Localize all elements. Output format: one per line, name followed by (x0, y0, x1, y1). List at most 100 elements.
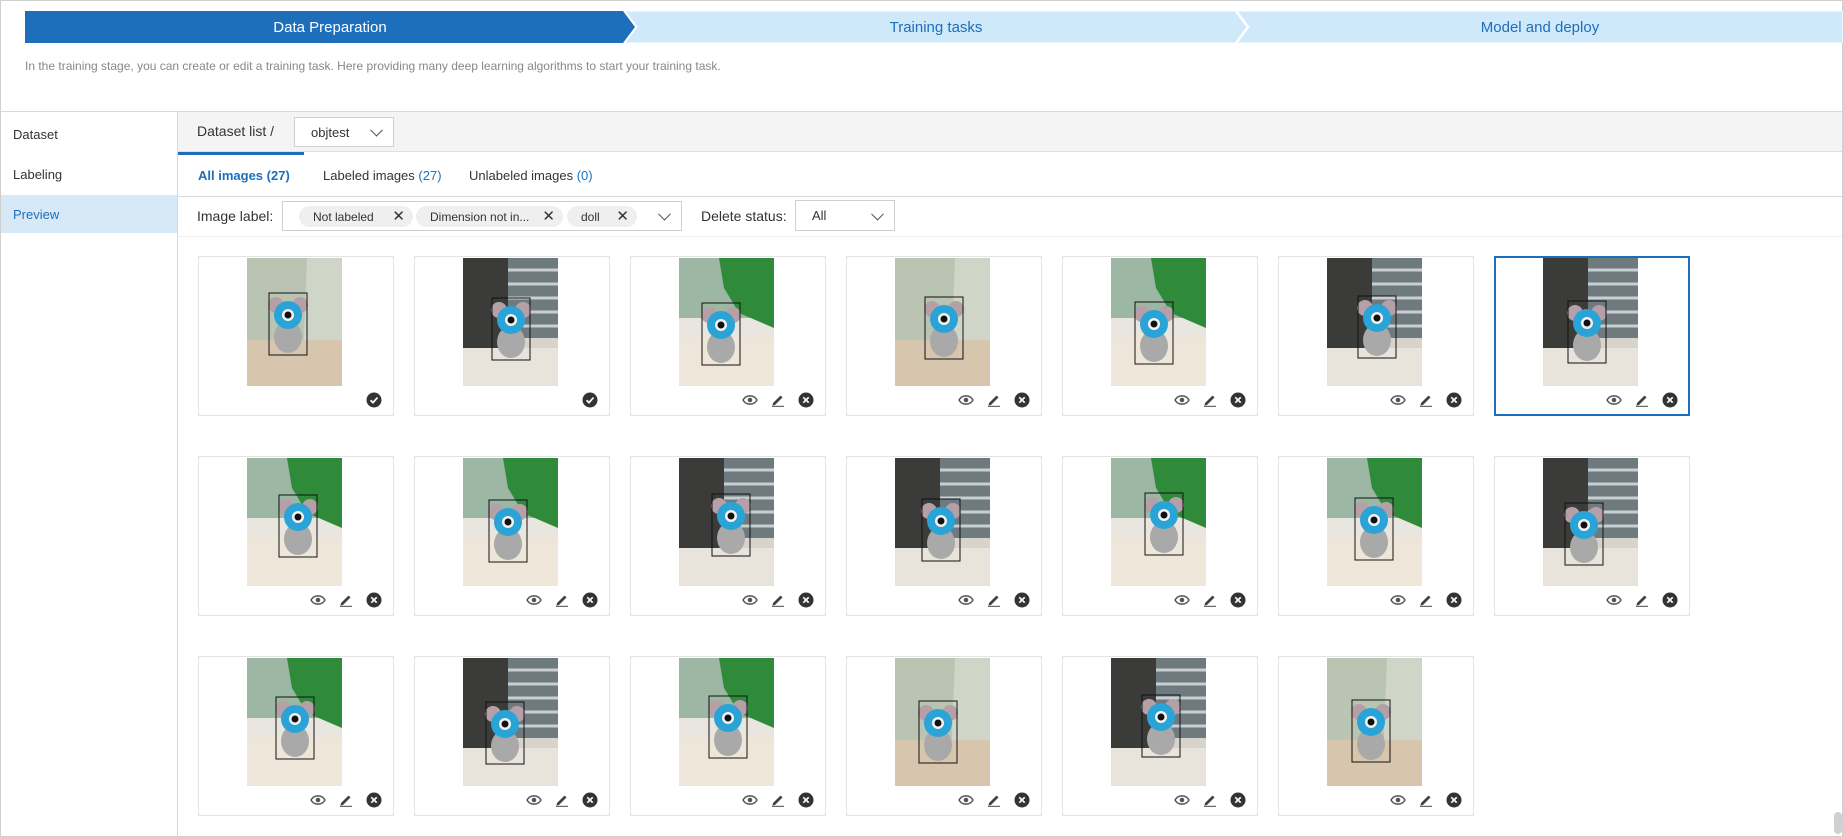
image-card[interactable] (846, 656, 1042, 816)
image-thumbnail[interactable] (1543, 458, 1638, 586)
image-card[interactable] (846, 456, 1042, 616)
image-card[interactable] (1062, 656, 1258, 816)
image-card[interactable] (1062, 456, 1258, 616)
step-data-preparation[interactable]: Data Preparation (25, 11, 635, 43)
sidebar-item-preview[interactable]: Preview (1, 195, 177, 233)
eye-icon[interactable] (309, 791, 327, 809)
close-circle-icon[interactable] (1445, 791, 1463, 809)
close-circle-icon[interactable] (1013, 391, 1031, 409)
image-thumbnail[interactable] (247, 658, 342, 786)
close-circle-icon[interactable] (1445, 591, 1463, 609)
image-card[interactable] (1062, 256, 1258, 416)
pencil-icon[interactable] (337, 591, 355, 609)
image-label-select[interactable]: Not labeled ✕ Dimension not in... ✕ doll… (282, 201, 682, 231)
image-thumbnail[interactable] (1111, 258, 1206, 386)
pencil-icon[interactable] (553, 591, 571, 609)
eye-icon[interactable] (1389, 791, 1407, 809)
image-thumbnail[interactable] (679, 458, 774, 586)
eye-icon[interactable] (525, 791, 543, 809)
image-thumbnail[interactable] (1327, 658, 1422, 786)
close-circle-icon[interactable] (1013, 791, 1031, 809)
pencil-icon[interactable] (985, 791, 1003, 809)
image-card[interactable] (198, 256, 394, 416)
pencil-icon[interactable] (1417, 591, 1435, 609)
close-circle-icon[interactable] (1661, 391, 1679, 409)
step-model-and-deploy[interactable]: Model and deploy (1237, 11, 1843, 43)
image-thumbnail[interactable] (895, 658, 990, 786)
image-thumbnail[interactable] (247, 458, 342, 586)
close-circle-icon[interactable] (1445, 391, 1463, 409)
eye-icon[interactable] (525, 591, 543, 609)
scrollbar[interactable] (1834, 812, 1842, 834)
pencil-icon[interactable] (1201, 791, 1219, 809)
close-circle-icon[interactable] (581, 791, 599, 809)
pencil-icon[interactable] (769, 791, 787, 809)
dataset-select[interactable]: objtest (294, 117, 394, 147)
image-card[interactable] (1278, 656, 1474, 816)
image-thumbnail[interactable] (895, 458, 990, 586)
image-card[interactable] (1278, 456, 1474, 616)
eye-icon[interactable] (957, 391, 975, 409)
pencil-icon[interactable] (1201, 591, 1219, 609)
image-card[interactable] (414, 656, 610, 816)
eye-icon[interactable] (1173, 591, 1191, 609)
image-thumbnail[interactable] (247, 258, 342, 386)
eye-icon[interactable] (1605, 591, 1623, 609)
image-card[interactable] (630, 656, 826, 816)
sidebar-item-dataset[interactable]: Dataset (1, 115, 177, 153)
image-thumbnail[interactable] (1327, 258, 1422, 386)
close-icon[interactable]: ✕ (616, 209, 629, 224)
eye-icon[interactable] (741, 591, 759, 609)
image-card[interactable] (1494, 456, 1690, 616)
delete-status-select[interactable]: All (795, 200, 895, 231)
pencil-icon[interactable] (1417, 391, 1435, 409)
image-card[interactable] (414, 256, 610, 416)
close-circle-icon[interactable] (797, 391, 815, 409)
eye-icon[interactable] (1173, 391, 1191, 409)
close-icon[interactable]: ✕ (542, 209, 555, 224)
image-thumbnail[interactable] (463, 458, 558, 586)
pencil-icon[interactable] (1417, 791, 1435, 809)
image-card[interactable] (198, 456, 394, 616)
close-icon[interactable]: ✕ (392, 209, 405, 224)
check-circle-icon[interactable] (365, 391, 383, 409)
eye-icon[interactable] (1173, 791, 1191, 809)
pencil-icon[interactable] (985, 391, 1003, 409)
close-circle-icon[interactable] (1661, 591, 1679, 609)
tab-labeled-images[interactable]: Labeled images (27) (323, 154, 442, 196)
image-card[interactable] (630, 256, 826, 416)
sidebar-item-labeling[interactable]: Labeling (1, 155, 177, 193)
close-circle-icon[interactable] (1013, 591, 1031, 609)
image-thumbnail[interactable] (895, 258, 990, 386)
image-thumbnail[interactable] (463, 258, 558, 386)
eye-icon[interactable] (741, 791, 759, 809)
pencil-icon[interactable] (1201, 391, 1219, 409)
eye-icon[interactable] (1389, 391, 1407, 409)
check-circle-icon[interactable] (581, 391, 599, 409)
eye-icon[interactable] (309, 591, 327, 609)
image-thumbnail[interactable] (463, 658, 558, 786)
image-thumbnail[interactable] (679, 258, 774, 386)
pencil-icon[interactable] (1633, 591, 1651, 609)
eye-icon[interactable] (957, 591, 975, 609)
close-circle-icon[interactable] (1229, 391, 1247, 409)
image-card[interactable] (630, 456, 826, 616)
pencil-icon[interactable] (1633, 391, 1651, 409)
image-thumbnail[interactable] (1543, 258, 1638, 386)
close-circle-icon[interactable] (365, 791, 383, 809)
pencil-icon[interactable] (985, 591, 1003, 609)
eye-icon[interactable] (1389, 591, 1407, 609)
image-thumbnail[interactable] (679, 658, 774, 786)
close-circle-icon[interactable] (581, 591, 599, 609)
step-training-tasks[interactable]: Training tasks (625, 11, 1247, 43)
image-thumbnail[interactable] (1111, 458, 1206, 586)
image-card[interactable] (198, 656, 394, 816)
pencil-icon[interactable] (769, 591, 787, 609)
pencil-icon[interactable] (769, 391, 787, 409)
image-thumbnail[interactable] (1111, 658, 1206, 786)
image-card[interactable] (1494, 256, 1690, 416)
close-circle-icon[interactable] (1229, 791, 1247, 809)
pencil-icon[interactable] (337, 791, 355, 809)
eye-icon[interactable] (957, 791, 975, 809)
tab-unlabeled-images[interactable]: Unlabeled images (0) (469, 154, 593, 196)
